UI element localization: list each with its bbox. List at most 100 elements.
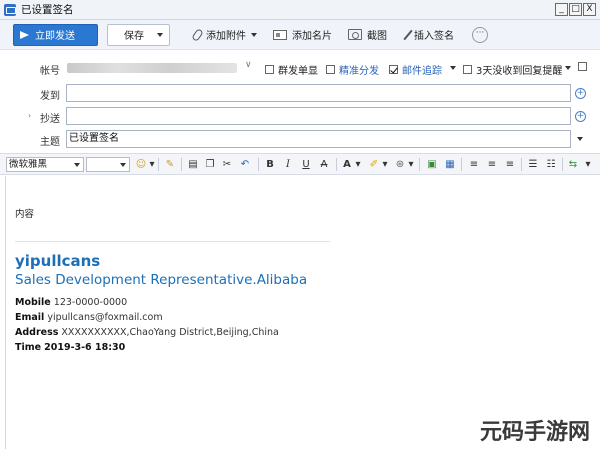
signature-name: yipullcans (15, 252, 101, 270)
chevron-down-icon[interactable]: ▾ (408, 157, 414, 172)
image-icon[interactable]: ▣ (425, 157, 439, 172)
add-card-label: 添加名片 (292, 31, 332, 42)
cc-row: › 抄送 + (0, 106, 600, 126)
screenshot-button[interactable]: 截图 (348, 27, 387, 42)
group-single-checkbox[interactable]: 群发单显 (265, 62, 318, 77)
link-icon[interactable]: ⊛ (393, 157, 407, 172)
emoji-icon[interactable]: ☺ (134, 157, 148, 172)
close-button[interactable]: X (583, 3, 596, 16)
add-card-button[interactable]: 添加名片 (273, 27, 332, 42)
chevron-down-icon[interactable] (577, 137, 583, 141)
cc-label: 抄送 (40, 114, 60, 125)
account-label: 帐号 (40, 66, 60, 77)
underline-button[interactable]: U (300, 157, 312, 172)
separator (181, 158, 182, 171)
time-label: Time (15, 342, 42, 353)
strikethrough-button[interactable]: A (318, 157, 330, 172)
undo-icon[interactable]: ↶ (238, 157, 252, 172)
insert-signature-label: 插入签名 (414, 31, 454, 42)
chevron-down-icon[interactable] (450, 66, 456, 70)
format-toolbar: 微软雅黑 ☺ ▾ ✎ ▤ ❐ ✂ ↶ B I U A A ▾ ✐ ▾ ⊛ ▾ ▣… (0, 153, 600, 175)
window-controls: _ □ X (555, 3, 596, 16)
italic-button[interactable]: I (282, 157, 294, 172)
align-center-icon[interactable]: ≡ (485, 157, 499, 172)
checkbox-box[interactable] (578, 62, 587, 71)
chevron-down-icon[interactable]: ∨ (245, 60, 252, 70)
bullet-list-icon[interactable]: ☷ (544, 157, 558, 172)
chevron-down-icon[interactable]: ▾ (149, 157, 155, 172)
extra-checkbox[interactable] (578, 62, 591, 71)
numbered-list-icon[interactable]: ☰ (526, 157, 540, 172)
chevron-down-icon[interactable] (251, 32, 257, 37)
tracking-checkbox[interactable]: 邮件追踪 (389, 62, 442, 77)
chevron-down-icon[interactable] (157, 32, 163, 37)
precise-checkbox[interactable]: 精准分发 (326, 62, 379, 77)
send-now-button[interactable]: 立即发送 (13, 23, 98, 46)
account-value-blurred[interactable] (67, 63, 237, 73)
mobile-value: 123-0000-0000 (53, 297, 128, 308)
align-left-icon[interactable]: ≡ (467, 157, 481, 172)
font-color-button[interactable]: A (341, 157, 353, 172)
message-body-editor[interactable]: 内容 yipullcans Sales Development Represen… (5, 176, 595, 449)
tracking-label: 邮件追踪 (402, 66, 442, 77)
chevron-down-icon[interactable]: ▾ (582, 157, 594, 172)
signature-mobile: Mobile 123-0000-0000 (15, 297, 127, 308)
font-family-value: 微软雅黑 (9, 159, 48, 170)
site-watermark: 元码手游网 (479, 419, 590, 445)
add-attachment-button[interactable]: 添加附件 (191, 27, 257, 42)
format-painter-icon[interactable]: ✎ (163, 157, 177, 172)
more-options-button[interactable]: ··· (472, 26, 488, 43)
checkbox-box[interactable] (265, 65, 274, 74)
separator (461, 158, 462, 171)
add-cc-icon[interactable]: + (575, 111, 586, 122)
save-button[interactable]: 保存 (107, 23, 170, 46)
chevron-down-icon[interactable] (120, 163, 126, 167)
copy-icon[interactable]: ❐ (203, 157, 217, 172)
cut-icon[interactable]: ✂ (220, 157, 234, 172)
compose-toolbar: 立即发送 保存 添加附件 添加名片 截图 插入签名 ··· (0, 20, 600, 50)
maximize-button[interactable]: □ (569, 3, 582, 16)
separator (336, 158, 337, 171)
font-size-select[interactable] (86, 157, 130, 172)
address-value: XXXXXXXXXX,ChaoYang District,Beijing,Chi… (61, 327, 279, 338)
subject-label: 主题 (40, 137, 60, 148)
account-row: 帐号 ∨ 群发单显 精准分发 邮件追踪 3天没收到回复提醒 (0, 60, 600, 77)
address-label: Address (15, 327, 59, 338)
checkbox-box[interactable] (326, 65, 335, 74)
add-attachment-label: 添加附件 (206, 31, 246, 42)
precise-label: 精准分发 (339, 66, 379, 77)
reminder-checkbox[interactable]: 3天没收到回复提醒 (463, 62, 562, 77)
time-value: 2019-3-6 18:30 (44, 342, 126, 353)
business-card-icon (273, 29, 287, 40)
indent-icon[interactable]: ⇆ (566, 157, 580, 172)
chevron-down-icon[interactable] (565, 66, 571, 70)
paperclip-icon (191, 27, 204, 42)
table-icon[interactable]: ▦ (443, 157, 457, 172)
chevron-down-icon[interactable] (74, 163, 80, 167)
align-right-icon[interactable]: ≡ (503, 157, 517, 172)
reminder-label: 3天没收到回复提醒 (476, 66, 563, 77)
to-label: 发到 (40, 91, 60, 102)
screenshot-label: 截图 (367, 31, 387, 42)
font-family-select[interactable]: 微软雅黑 (6, 157, 84, 172)
to-row: 发到 + (0, 83, 600, 103)
bold-button[interactable]: B (264, 157, 276, 172)
cc-field[interactable] (66, 107, 571, 125)
chevron-down-icon[interactable]: ▾ (355, 157, 361, 172)
to-field[interactable] (66, 84, 571, 102)
signature-title: Sales Development Representative.Alibaba (15, 272, 308, 288)
paste-icon[interactable]: ▤ (186, 157, 200, 172)
separator (158, 158, 159, 171)
chevron-down-icon[interactable]: ▾ (382, 157, 388, 172)
insert-signature-button[interactable]: 插入签名 (403, 27, 454, 42)
checkbox-box-checked[interactable] (389, 65, 398, 74)
mail-app-icon (4, 3, 16, 16)
checkbox-box[interactable] (463, 65, 472, 74)
highlight-icon[interactable]: ✐ (367, 157, 381, 172)
minimize-button[interactable]: _ (555, 3, 568, 16)
body-content-text: 内容 (15, 209, 35, 220)
expand-arrow-icon[interactable]: › (28, 111, 31, 120)
subject-field[interactable]: 已设置签名 (66, 130, 571, 148)
add-recipient-icon[interactable]: + (575, 88, 586, 99)
camera-icon (348, 29, 362, 40)
